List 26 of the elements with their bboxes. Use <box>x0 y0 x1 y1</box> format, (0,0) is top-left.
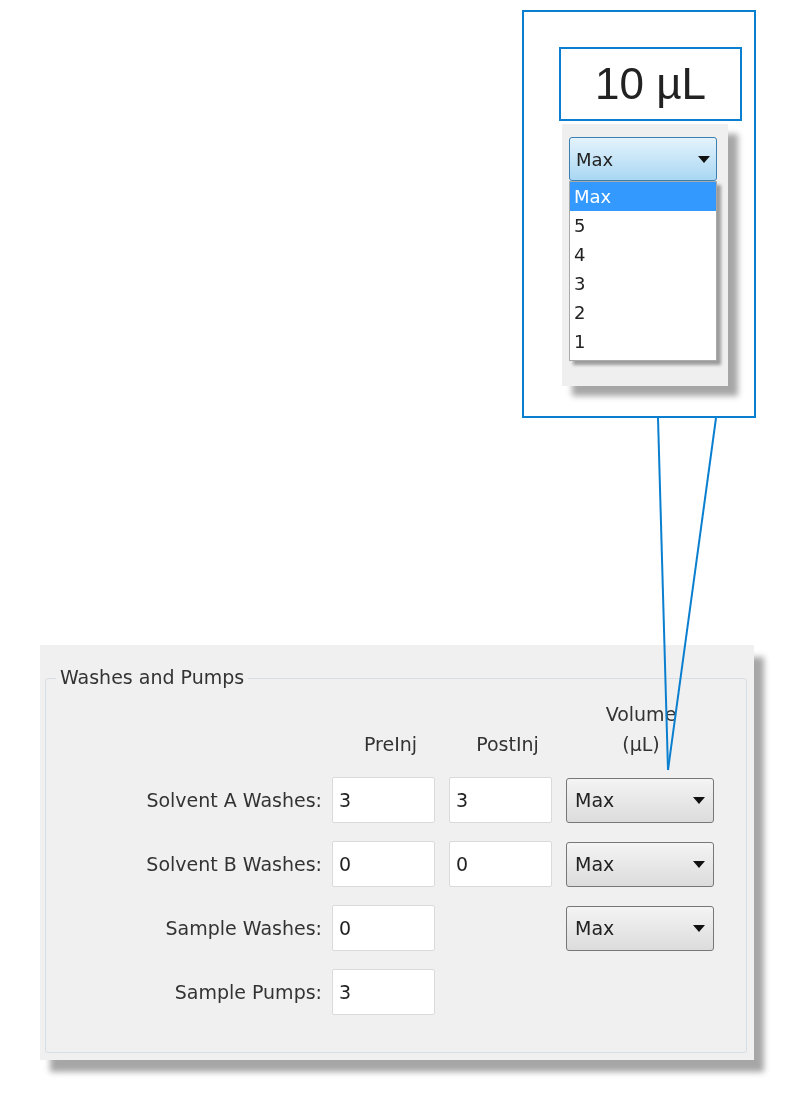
dropdown-option[interactable]: 5 <box>570 211 716 240</box>
input-field[interactable]: 0 <box>332 841 435 887</box>
field-label: Sample Pumps: <box>174 979 322 1005</box>
caret-icon <box>693 924 705 932</box>
volume-dropdown[interactable]: Max <box>566 841 714 887</box>
volume-dropdown[interactable]: Max <box>566 905 714 951</box>
field-label: Solvent A Washes: <box>146 787 322 813</box>
input-field[interactable]: 3 <box>332 969 435 1015</box>
input-field[interactable]: 0 <box>449 841 552 887</box>
field-label: Sample Washes: <box>165 915 322 941</box>
dropdown-option[interactable]: 4 <box>570 240 716 269</box>
input-field[interactable]: 0 <box>332 905 435 951</box>
caret-icon <box>693 860 705 868</box>
input-field[interactable]: 3 <box>449 777 552 823</box>
caret-icon <box>698 155 710 163</box>
volume-dropdown[interactable]: Max <box>569 137 717 181</box>
dropdown-option[interactable]: 1 <box>570 327 716 356</box>
column-header: PostInj <box>476 732 539 757</box>
input-field[interactable]: 3 <box>332 777 435 823</box>
field-label: Solvent B Washes: <box>146 851 322 877</box>
dropdown-option[interactable]: 2 <box>570 298 716 327</box>
volume-callout-label: 10 µL <box>559 47 742 121</box>
volume-dropdown[interactable]: Max <box>566 777 714 823</box>
column-header: PreInj <box>363 732 418 757</box>
caret-icon <box>693 796 705 804</box>
dropdown-option[interactable]: 3 <box>570 269 716 298</box>
